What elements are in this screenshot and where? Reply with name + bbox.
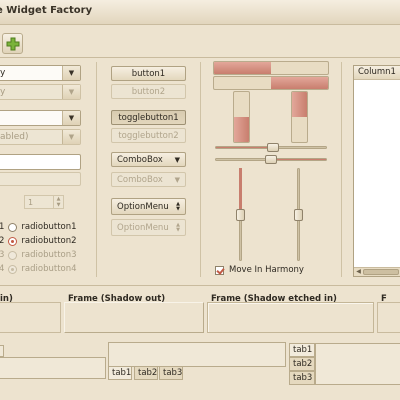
toolbar-separator <box>0 57 400 58</box>
frame-shadow-out <box>64 302 204 333</box>
radio-indicator[interactable] <box>8 236 18 246</box>
vscale-slider-2[interactable] <box>294 209 303 221</box>
combobox-label: ComboBox <box>117 154 163 165</box>
frame-shadow-etched-in <box>207 302 374 333</box>
combo-box-entry[interactable]: y ▼ <box>0 65 81 81</box>
combo-box-entry-disabled: y ▼ <box>0 84 81 100</box>
text-entry[interactable] <box>0 154 81 170</box>
column-separator <box>96 62 97 277</box>
radio-row: 4 radiobutton4 <box>0 262 77 276</box>
radio-label[interactable]: radiobutton1 <box>21 222 76 232</box>
trough-fill <box>239 168 242 214</box>
hscale-slider-1[interactable] <box>267 143 279 152</box>
side-tab-3[interactable]: tab3 <box>289 371 315 385</box>
notebook-side <box>315 343 400 385</box>
updown-arrows-icon: ▲ ▼ <box>176 200 180 212</box>
frame-shadow-in <box>0 302 61 333</box>
combobox-button[interactable]: ComboBox ▼ <box>111 152 186 167</box>
move-in-harmony-label[interactable]: Move In Harmony <box>229 265 304 275</box>
radio-indicator <box>8 264 18 274</box>
button1[interactable]: button1 <box>111 66 186 81</box>
radio-label: radiobutton3 <box>21 250 77 260</box>
spin-button-disabled: 1 ▲ ▼ <box>24 195 64 209</box>
combo-box-disabled: abled) ▼ <box>0 129 81 145</box>
frame-right <box>377 302 400 333</box>
chevron-down-icon[interactable]: ▼ <box>62 111 80 125</box>
progress-fill <box>271 77 328 89</box>
hscale-slider-2[interactable] <box>265 155 277 164</box>
plus-icon <box>6 37 19 50</box>
trough-fill <box>271 159 326 160</box>
vscale-slider-1[interactable] <box>236 209 245 221</box>
add-button[interactable] <box>2 33 23 54</box>
togglebutton2: togglebutton2 <box>111 128 186 143</box>
side-tab-1[interactable]: tab1 <box>289 343 315 357</box>
optionmenu-label: OptionMenu <box>117 201 169 212</box>
text-entry-disabled <box>0 172 81 186</box>
progress-bar-vertical-1 <box>233 91 250 143</box>
tab-2[interactable]: tab2 <box>134 366 158 380</box>
chevron-down-icon[interactable]: ▼ <box>62 66 80 80</box>
progress-bar-vertical-2 <box>291 91 308 143</box>
radio-left-label: 4 <box>0 264 5 274</box>
horizontal-scrollbar[interactable]: ◀ <box>354 267 400 276</box>
optionmenu-disabled: OptionMenu ▲ ▼ <box>111 219 186 236</box>
spin-arrows-icon: ▲ ▼ <box>53 196 63 208</box>
chevron-down-icon: ▼ <box>174 175 180 184</box>
progress-fill <box>214 62 271 74</box>
combo-value: abled) <box>0 132 29 142</box>
section-separator <box>0 285 400 286</box>
chevron-down-icon: ▼ <box>62 85 80 99</box>
combo-value: y <box>0 87 6 97</box>
radio-label: radiobutton4 <box>21 264 77 274</box>
notebook-left <box>0 357 106 379</box>
chevron-down-icon: ▼ <box>62 130 80 144</box>
progress-fill <box>234 117 249 142</box>
combobox-label: ComboBox <box>117 174 163 185</box>
radio-row[interactable]: 2 radiobutton2 <box>0 234 77 248</box>
combo-value: y <box>0 68 6 78</box>
combo-box[interactable]: ▼ <box>0 110 81 126</box>
optionmenu-label: OptionMenu <box>117 222 169 233</box>
progress-bar-horizontal-2 <box>213 76 329 90</box>
scroll-left-icon[interactable]: ◀ <box>354 268 363 276</box>
notebook-left-tab-stub <box>0 345 4 357</box>
column-separator <box>341 62 342 277</box>
move-in-harmony-checkbox[interactable] <box>215 266 224 275</box>
updown-arrows-icon: ▲ ▼ <box>176 221 180 233</box>
radio-group: 1 radiobutton1 2 radiobutton2 3 radiobut… <box>0 220 77 276</box>
togglebutton1[interactable]: togglebutton1 <box>111 110 186 125</box>
tab-1[interactable]: tab1 <box>108 366 132 380</box>
radio-row[interactable]: 1 radiobutton1 <box>0 220 77 234</box>
radio-left-label: 1 <box>0 222 5 232</box>
radio-indicator <box>8 250 18 260</box>
chevron-down-icon: ▼ <box>174 155 180 164</box>
radio-label[interactable]: radiobutton2 <box>21 236 76 246</box>
optionmenu[interactable]: OptionMenu ▲ ▼ <box>111 198 186 215</box>
radio-indicator[interactable] <box>8 222 18 232</box>
progress-fill <box>292 92 307 117</box>
window-title: e Widget Factory <box>0 5 93 16</box>
tree-view[interactable]: Column1 ◀ <box>353 65 400 277</box>
progress-bar-horizontal-1 <box>213 61 329 75</box>
tab-3[interactable]: tab3 <box>159 366 183 380</box>
trough-fill <box>216 147 271 148</box>
button2: button2 <box>111 84 186 99</box>
scrollbar-thumb[interactable] <box>363 269 399 275</box>
side-tab-2[interactable]: tab2 <box>289 357 315 371</box>
radio-left-label: 2 <box>0 236 5 246</box>
column-separator <box>200 62 201 277</box>
spin-value: 1 <box>28 197 34 207</box>
notebook-bottom-tabs <box>108 342 286 367</box>
radio-left-label: 3 <box>0 250 5 260</box>
radio-row: 3 radiobutton3 <box>0 248 77 262</box>
column-header[interactable]: Column1 <box>354 66 400 80</box>
combobox-button-disabled: ComboBox ▼ <box>111 172 186 187</box>
